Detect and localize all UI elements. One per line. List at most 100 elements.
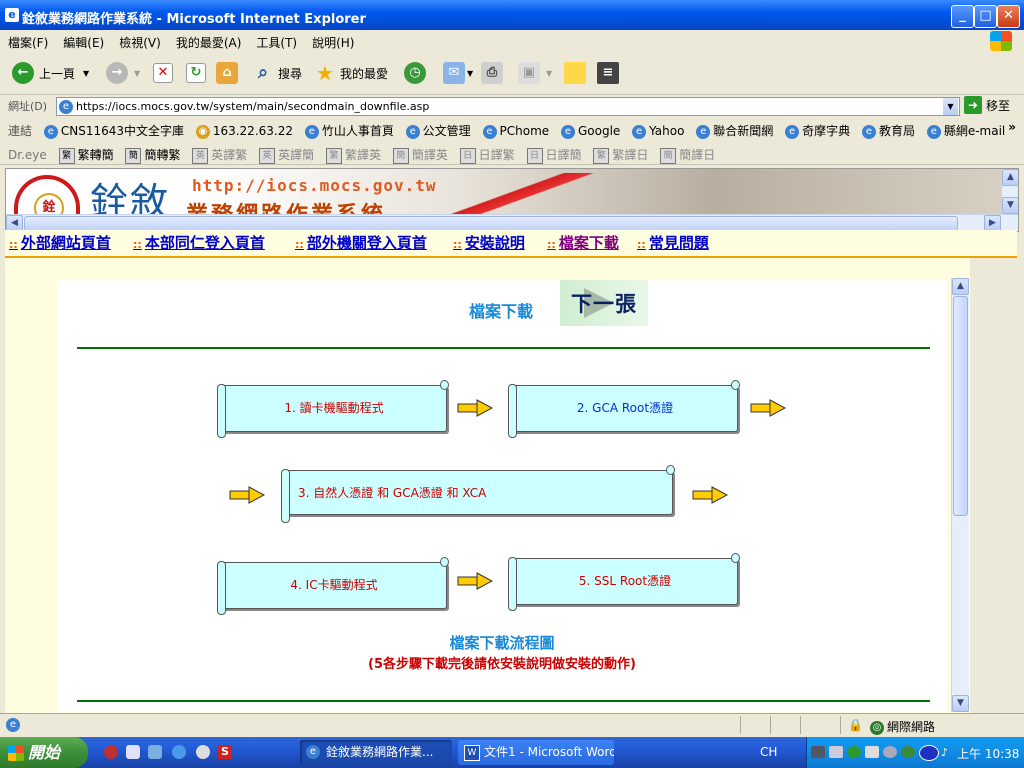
chevron-down-icon[interactable]: ▼	[546, 69, 552, 78]
maximize-button[interactable]: □	[974, 5, 997, 28]
link-item[interactable]: e Yahoo	[632, 124, 684, 139]
dreye-button[interactable]: 日日譯簡	[526, 146, 582, 164]
home-button[interactable]: ⌂	[216, 61, 238, 85]
messenger-button[interactable]	[564, 61, 586, 85]
link-item[interactable]: e 聯合新聞網	[696, 122, 773, 139]
quicklaunch-icon[interactable]	[196, 745, 210, 759]
status-separator	[800, 716, 801, 734]
tray-icon[interactable]	[865, 746, 879, 758]
print-button[interactable]: ⎙	[481, 61, 503, 85]
nav-faq[interactable]: :: 常見問題	[637, 232, 709, 253]
link-item[interactable]: e 竹山人事首頁	[304, 122, 394, 139]
scroll-thumb[interactable]	[24, 216, 958, 231]
back-button[interactable]: ← 上一頁 ▼	[12, 61, 89, 85]
edit-button[interactable]: ▣ ▼	[518, 61, 552, 85]
search-button[interactable]: ⌕ 搜尋	[252, 61, 302, 85]
menu-help[interactable]: 說明(H)	[312, 34, 354, 51]
mail-button[interactable]: ✉ ▼	[443, 61, 473, 85]
link-item[interactable]: e 縣網e-mail	[926, 122, 1005, 139]
dreye-button[interactable]: 簡簡轉繁	[125, 146, 180, 164]
language-indicator[interactable]: CH	[760, 745, 777, 759]
quicklaunch-icon[interactable]: S	[218, 745, 232, 759]
banner-horizontal-scrollbar[interactable]: ◀ ▶	[6, 214, 1018, 231]
next-slide-button[interactable]: 下一張	[560, 280, 648, 326]
network-tray-icon[interactable]	[811, 746, 825, 758]
menu-view[interactable]: 檢視(V)	[119, 34, 161, 51]
dreye-button[interactable]: 繁繁譯日	[593, 146, 648, 164]
dreye-button[interactable]: 日日譯繁	[459, 146, 515, 164]
ie-page-icon: e	[405, 124, 420, 139]
scroll-down-button[interactable]: ▼	[1002, 197, 1018, 214]
start-button[interactable]: 開始	[0, 737, 88, 768]
quicklaunch-icon[interactable]	[148, 745, 162, 759]
forward-button[interactable]: → ▼	[106, 61, 140, 85]
tray-icon[interactable]	[901, 746, 915, 758]
menu-tools[interactable]: 工具(T)	[256, 34, 297, 51]
history-button[interactable]: ◷	[404, 61, 426, 85]
favorites-button[interactable]: ★ 我的最愛	[314, 61, 388, 85]
speaker-icon[interactable]: ♪	[941, 746, 955, 759]
dreye-button[interactable]: 簡簡譯日	[660, 146, 715, 164]
research-icon: ≡	[597, 62, 619, 84]
links-more-button[interactable]: »	[1008, 120, 1016, 134]
content-panel: 檔案下載 下一張 1. 讀卡機驅動程式 2. GCA Root憑證 3. 自然人…	[57, 280, 947, 712]
tray-icon[interactable]	[883, 746, 897, 758]
link-item[interactable]: e Google	[560, 124, 620, 139]
stop-button[interactable]: ✕	[153, 61, 173, 85]
scroll-up-button[interactable]: ▲	[1002, 169, 1018, 186]
dreye-button[interactable]: 繁繁轉簡	[58, 146, 114, 164]
next-slide-label: 下一張	[571, 292, 637, 316]
step-4-download[interactable]: 4. IC卡驅動程式	[217, 557, 449, 615]
dreye-button[interactable]: 繁繁譯英	[325, 146, 381, 164]
address-input[interactable]: e https://iocs.mocs.gov.tw/system/main/se…	[56, 97, 960, 116]
chevron-down-icon[interactable]: ▼	[467, 69, 473, 78]
go-button[interactable]: ➜ 移至	[964, 96, 1010, 114]
ie-page-icon: e	[560, 124, 575, 139]
task-word-window[interactable]: W 文件1 - Microsoft Word	[458, 740, 614, 765]
research-button[interactable]: ≡	[597, 61, 619, 85]
translate-icon: 日	[459, 147, 476, 164]
step-2-download[interactable]: 2. GCA Root憑證	[508, 380, 740, 438]
ie-quicklaunch-icon[interactable]	[172, 745, 186, 759]
nav-staff-login[interactable]: :: 本部同仁登入頁首	[133, 232, 265, 253]
step-3-download[interactable]: 3. 自然人憑證 和 GCA憑證 和 XCA	[281, 465, 675, 523]
nav-install-guide[interactable]: :: 安裝說明	[453, 232, 525, 253]
close-button[interactable]: ✕	[997, 5, 1020, 28]
globe-icon: ◎	[870, 720, 884, 735]
link-item[interactable]: e PChome	[482, 124, 549, 139]
minimize-button[interactable]: _	[951, 5, 974, 28]
tray-icon[interactable]	[919, 745, 939, 761]
link-item[interactable]: e CNS11643中文全字庫	[43, 122, 184, 139]
chevron-down-icon[interactable]: ▼	[83, 69, 89, 78]
dreye-button[interactable]: 簡簡譯英	[392, 146, 448, 164]
ie-page-icon: e	[43, 124, 58, 139]
menu-favorites[interactable]: 我的最愛(A)	[176, 34, 242, 51]
link-item[interactable]: ◉ 163.22.63.22	[195, 124, 293, 139]
menu-file[interactable]: 檔案(F)	[8, 34, 48, 51]
security-tray-icon[interactable]	[847, 746, 861, 758]
quicklaunch-icon[interactable]	[126, 745, 140, 759]
menu-edit[interactable]: 編輯(E)	[63, 34, 104, 51]
link-item[interactable]: e 奇摩字典	[785, 122, 850, 139]
nav-agency-login[interactable]: :: 部外機關登入頁首	[295, 232, 427, 253]
step-1-download[interactable]: 1. 讀卡機驅動程式	[217, 380, 449, 438]
quicklaunch-icon[interactable]	[104, 745, 118, 759]
link-item[interactable]: e 公文管理	[405, 122, 471, 139]
chevron-down-icon[interactable]: ▼	[134, 69, 140, 78]
step-5-download[interactable]: 5. SSL Root憑證	[508, 553, 740, 611]
dreye-button[interactable]: 英英譯簡	[259, 146, 314, 164]
nav-external-home[interactable]: :: 外部網站頁首	[9, 232, 111, 253]
dreye-button[interactable]: 英英譯繁	[192, 146, 247, 164]
banner-vertical-scrollbar[interactable]: ▲ ▼	[1001, 169, 1018, 215]
nav-file-download[interactable]: :: 檔案下載	[547, 232, 619, 253]
address-dropdown-button[interactable]: ▼	[943, 98, 958, 115]
main-vertical-scrollbar[interactable]: ▲ ▼	[951, 278, 969, 712]
link-item[interactable]: e 教育局	[861, 122, 915, 139]
translate-icon: 英	[192, 147, 209, 164]
refresh-button[interactable]: ↻	[186, 61, 206, 85]
task-ie-window[interactable]: e 銓敘業務網路作業...	[300, 740, 452, 765]
scroll-down-button[interactable]: ▼	[952, 695, 969, 712]
tray-icon[interactable]	[829, 746, 843, 758]
scroll-up-button[interactable]: ▲	[952, 278, 969, 295]
scroll-thumb[interactable]	[953, 296, 968, 516]
